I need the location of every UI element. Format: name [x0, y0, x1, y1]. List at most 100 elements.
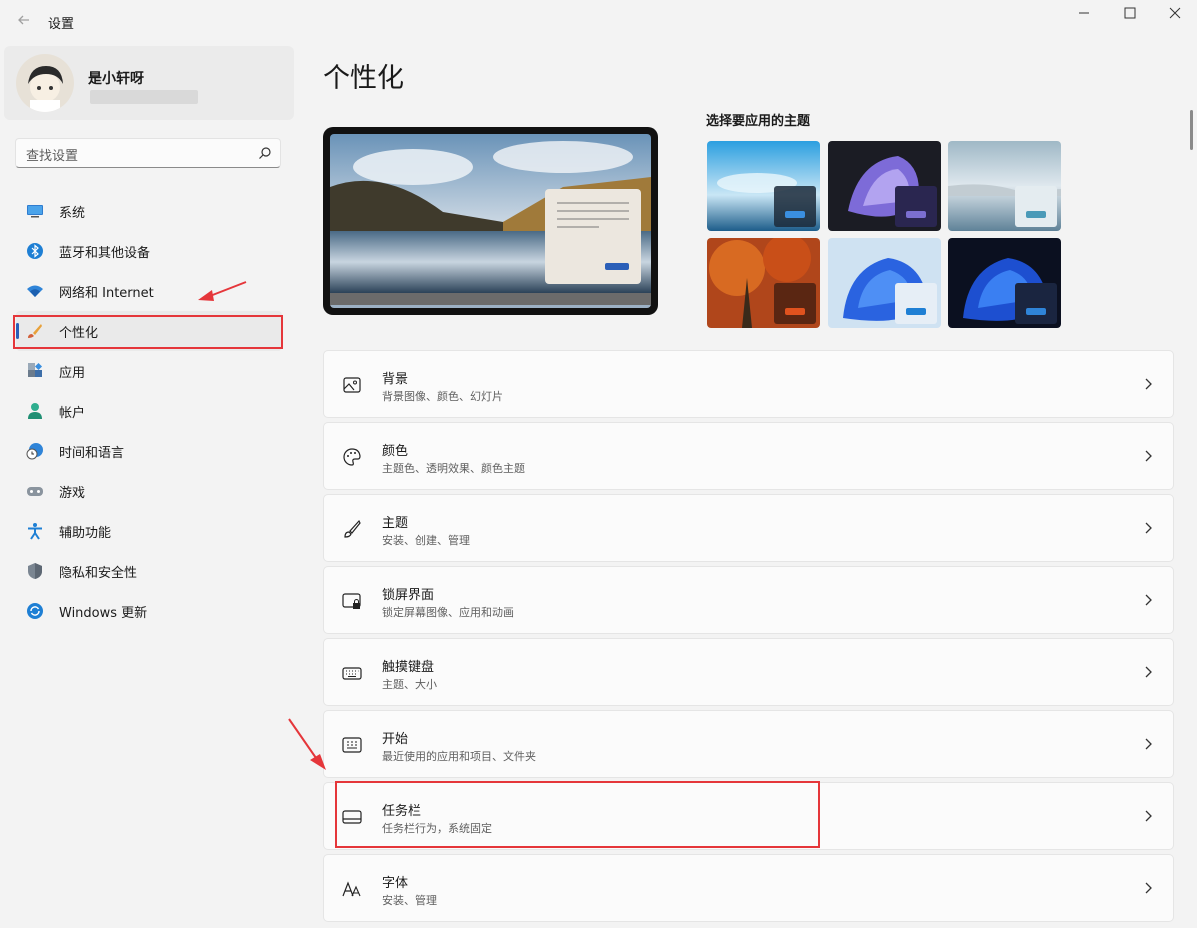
profile-name: 是小轩呀 [88, 71, 144, 87]
row-fonts[interactable]: 字体 安装、管理 [323, 854, 1174, 922]
theme-preview [323, 127, 658, 315]
chevron-right-icon [1145, 810, 1152, 822]
apps-icon [28, 362, 43, 377]
theme-section-label: 选择要应用的主题 [706, 114, 811, 129]
row-subtitle: 锁定屏幕图像、应用和动画 [382, 606, 514, 619]
row-title: 背景 [382, 372, 409, 387]
sidebar-nav: 系统 蓝牙和其他设备 网络和 Internet 个性化 应用 帐户 时间和语言 [16, 191, 282, 631]
sidebar-item-time-language[interactable]: 时间和语言 [16, 431, 282, 471]
row-title: 锁屏界面 [382, 588, 435, 603]
scrollbar[interactable] [1190, 110, 1193, 150]
row-subtitle: 主题、大小 [382, 678, 437, 691]
annotation-highlight-box [335, 781, 820, 848]
chevron-right-icon [1145, 666, 1152, 678]
gamepad-icon [27, 487, 43, 496]
theme-thumbnail [828, 238, 941, 328]
arrow-left-icon [18, 15, 29, 25]
row-title: 开始 [382, 732, 409, 747]
row-title: 触摸键盘 [382, 660, 435, 675]
chevron-right-icon [1145, 522, 1152, 534]
brush-icon [344, 519, 361, 538]
sidebar-item-accessibility[interactable]: 辅助功能 [16, 511, 282, 551]
sidebar-item-label: 系统 [59, 206, 86, 221]
row-subtitle: 背景图像、颜色、幻灯片 [382, 390, 503, 403]
maximize-button[interactable] [1107, 0, 1153, 28]
bluetooth-icon [27, 243, 43, 259]
sidebar-item-label: 应用 [59, 366, 86, 381]
user-profile-card[interactable]: 是小轩呀 [4, 46, 294, 120]
row-subtitle: 安装、管理 [382, 894, 437, 907]
sidebar-item-label: 帐户 [59, 406, 86, 421]
chevron-right-icon [1145, 882, 1152, 894]
lock-screen-icon [342, 593, 361, 609]
sidebar-item-label: 蓝牙和其他设备 [59, 246, 151, 261]
row-colors[interactable]: 颜色 主题色、透明效果、颜色主题 [323, 422, 1174, 490]
sidebar-item-label: 时间和语言 [59, 446, 125, 461]
theme-thumbnail [828, 141, 941, 231]
sidebar-item-privacy[interactable]: 隐私和安全性 [16, 551, 282, 591]
accessibility-icon [28, 523, 42, 540]
chevron-right-icon [1145, 738, 1152, 750]
palette-icon [343, 448, 361, 466]
theme-tile-windows-dark-glow[interactable] [828, 141, 941, 231]
theme-tile-windows-bloom-dark[interactable] [948, 238, 1061, 328]
row-lock-screen[interactable]: 锁屏界面 锁定屏幕图像、应用和动画 [323, 566, 1174, 634]
row-background[interactable]: 背景 背景图像、颜色、幻灯片 [323, 350, 1174, 418]
row-themes[interactable]: 主题 安装、创建、管理 [323, 494, 1174, 562]
search-placeholder: 查找设置 [26, 149, 79, 164]
sidebar-item-label: 网络和 Internet [59, 286, 154, 301]
row-start[interactable]: 开始 最近使用的应用和项目、文件夹 [323, 710, 1174, 778]
theme-tile-captured-motion[interactable] [948, 141, 1061, 231]
minimize-icon [1079, 12, 1089, 14]
avatar-illustration [28, 66, 63, 112]
row-subtitle: 最近使用的应用和项目、文件夹 [382, 750, 536, 763]
row-touch-keyboard[interactable]: 触摸键盘 主题、大小 [323, 638, 1174, 706]
shield-icon [28, 563, 42, 579]
image-icon [343, 377, 361, 393]
annotation-arrow-icon [198, 281, 247, 301]
sidebar-item-apps[interactable]: 应用 [16, 351, 282, 391]
wallpaper-preview-image [330, 134, 651, 308]
sidebar-item-label: 游戏 [59, 486, 86, 501]
wifi-icon [27, 285, 43, 297]
annotation-highlight-box [13, 315, 283, 349]
clock-globe-icon [26, 443, 43, 460]
theme-thumbnail [948, 238, 1061, 328]
sidebar: 是小轩呀 查找设置 系统 蓝牙和其他设备 网络和 Internet 个性化 应用 [0, 44, 310, 928]
search-input[interactable]: 查找设置 [15, 138, 281, 168]
row-subtitle: 主题色、透明效果、颜色主题 [382, 462, 525, 475]
theme-tile-glow-autumn[interactable] [707, 238, 820, 328]
search-icon [259, 147, 271, 159]
back-button[interactable] [12, 8, 36, 32]
sidebar-item-accounts[interactable]: 帐户 [16, 391, 282, 431]
row-title: 字体 [382, 876, 409, 891]
close-button[interactable] [1152, 0, 1197, 28]
row-title: 颜色 [382, 444, 409, 459]
font-icon [342, 881, 361, 897]
sidebar-item-windows-update[interactable]: Windows 更新 [16, 591, 282, 631]
close-icon [1169, 7, 1181, 19]
sidebar-item-system[interactable]: 系统 [16, 191, 282, 231]
person-icon [28, 403, 42, 419]
sidebar-item-bluetooth[interactable]: 蓝牙和其他设备 [16, 231, 282, 271]
page-title: 个性化 [323, 63, 404, 94]
monitor-icon [27, 205, 43, 218]
row-title: 主题 [382, 516, 409, 531]
avatar [16, 54, 74, 112]
update-icon [27, 603, 43, 619]
maximize-icon [1124, 7, 1136, 19]
sidebar-item-label: Windows 更新 [59, 606, 148, 621]
row-subtitle: 安装、创建、管理 [382, 534, 470, 547]
chevron-right-icon [1145, 450, 1152, 462]
title-bar: 设置 [0, 0, 1197, 44]
keyboard-icon [342, 667, 362, 680]
sidebar-item-label: 隐私和安全性 [59, 566, 138, 581]
theme-tile-windows-bloom-light[interactable] [828, 238, 941, 328]
chevron-right-icon [1145, 594, 1152, 606]
theme-thumbnail [948, 141, 1061, 231]
annotation-arrow-icon [288, 718, 326, 770]
theme-tile-windows-light[interactable] [707, 141, 820, 231]
minimize-button[interactable] [1061, 0, 1107, 28]
sidebar-item-gaming[interactable]: 游戏 [16, 471, 282, 511]
theme-thumbnail [707, 238, 820, 328]
